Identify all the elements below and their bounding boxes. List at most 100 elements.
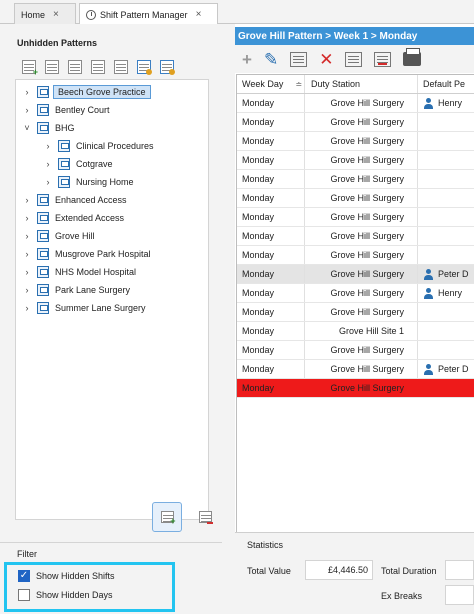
table-row[interactable]: Monday Grove Hill Surgery Henry — [237, 94, 474, 113]
delete-shift-icon[interactable]: ✕ — [319, 51, 333, 68]
tree-item-bentley-court[interactable]: › Bentley Court — [22, 101, 110, 119]
edit-shift-icon[interactable]: ✎ — [264, 51, 278, 68]
add-pattern-icon[interactable] — [22, 60, 38, 77]
column-header-default-person[interactable]: Default Pe — [418, 75, 474, 93]
copy-pattern-icon[interactable] — [91, 60, 105, 74]
tree-item-nhs-model-hospital[interactable]: › NHS Model Hospital — [22, 263, 136, 281]
table-row[interactable]: Monday Grove Hill Surgery — [237, 208, 474, 227]
pattern-icon — [37, 248, 49, 260]
show-hidden-shifts-label: Show Hidden Shifts — [36, 571, 115, 581]
tab-home-label: Home — [21, 9, 46, 20]
clock-icon — [86, 9, 96, 20]
tree-item-extended-access[interactable]: › Extended Access — [22, 209, 124, 227]
tree-item-nursing-home[interactable]: › Nursing Home — [43, 173, 134, 191]
add-row-icon[interactable] — [345, 51, 363, 67]
tree-item-label: Enhanced Access — [55, 195, 127, 205]
tree-item-clinical-procedures[interactable]: › Clinical Procedures — [43, 137, 154, 155]
edit-pattern-icon[interactable] — [45, 60, 59, 74]
pattern-icon — [37, 122, 49, 134]
show-hidden-patterns-button[interactable] — [152, 502, 182, 532]
expand-chevron-icon[interactable]: › — [22, 105, 32, 115]
duty-station-cell: Grove Hill Surgery — [305, 151, 418, 169]
statistics-title: Statistics — [247, 540, 284, 550]
expand-chevron-icon[interactable]: › — [43, 159, 53, 169]
table-row[interactable]: Monday Grove Hill Surgery — [237, 170, 474, 189]
default-person-cell: Henry — [418, 284, 474, 302]
total-duration-field — [445, 560, 474, 580]
tree-item-label: Bentley Court — [55, 105, 110, 115]
tab-home-close-icon[interactable]: × — [53, 9, 59, 20]
hide-pattern-icon[interactable] — [114, 60, 128, 74]
pattern-icon — [37, 194, 49, 206]
tree-item-park-lane-surgery[interactable]: › Park Lane Surgery — [22, 281, 130, 299]
table-row[interactable]: Monday Grove Hill Surgery — [237, 227, 474, 246]
table-row[interactable]: Monday Grove Hill Surgery — [237, 189, 474, 208]
table-row[interactable]: Monday Grove Hill Site 1 — [237, 322, 474, 341]
checkbox-unchecked-icon[interactable] — [18, 589, 30, 601]
tree-item-grove-hill[interactable]: › Grove Hill — [22, 227, 95, 245]
tree-item-beech-grove-practice[interactable]: › Beech Grove Practice — [22, 83, 151, 101]
table-row[interactable]: Monday Grove Hill Surgery — [237, 341, 474, 360]
expand-chevron-icon[interactable]: › — [22, 285, 32, 295]
tab-home[interactable]: Home × — [14, 3, 76, 25]
week-day-cell: Monday — [237, 246, 305, 264]
copy-shift-icon[interactable] — [290, 51, 308, 67]
calendar-add-icon[interactable] — [137, 60, 152, 75]
tree-item-enhanced-access[interactable]: › Enhanced Access — [22, 191, 127, 209]
duty-station-cell: Grove Hill Surgery — [305, 379, 418, 397]
table-row[interactable]: Monday Grove Hill Surgery Peter D — [237, 265, 474, 284]
table-row[interactable]: Monday Grove Hill Surgery — [237, 246, 474, 265]
column-header-duty-station[interactable]: Duty Station — [305, 75, 418, 93]
sort-icon[interactable]: ≐ — [295, 80, 302, 89]
tab-shift-pattern-manager-close-icon[interactable]: × — [196, 9, 202, 20]
expand-chevron-icon[interactable]: › — [43, 177, 53, 187]
default-person-cell — [418, 303, 474, 321]
collapse-chevron-icon[interactable]: ˅ — [22, 123, 32, 133]
expand-chevron-icon[interactable]: › — [43, 141, 53, 151]
table-row[interactable]: Monday Grove Hill Surgery — [237, 132, 474, 151]
default-person-cell — [418, 113, 474, 131]
show-hidden-shifts-checkbox[interactable]: ✓ Show Hidden Shifts — [18, 570, 115, 582]
table-row[interactable]: Monday Grove Hill Surgery Peter D — [237, 360, 474, 379]
week-day-cell: Monday — [237, 360, 305, 378]
add-shift-icon[interactable]: + — [242, 51, 252, 68]
table-row[interactable]: Monday Grove Hill Surgery — [237, 151, 474, 170]
delete-pattern-icon[interactable] — [68, 60, 82, 74]
filter-highlight-box: ✓ Show Hidden Shifts Show Hidden Days — [4, 562, 175, 612]
print-icon[interactable] — [403, 48, 422, 66]
table-row[interactable]: Monday Grove Hill Surgery Henry — [237, 284, 474, 303]
statistics-section: Statistics Total Value £4,446.50 Total D… — [235, 532, 474, 614]
pattern-icon — [37, 302, 49, 314]
tree-item-label: Clinical Procedures — [76, 141, 154, 151]
expand-chevron-icon[interactable]: › — [22, 249, 32, 259]
expand-chevron-icon[interactable]: › — [22, 213, 32, 223]
tree-item-musgrove-park-hospital[interactable]: › Musgrove Park Hospital — [22, 245, 151, 263]
tree-item-bhg[interactable]: ˅ BHG — [22, 119, 75, 137]
week-day-cell: Monday — [237, 189, 305, 207]
show-hidden-days-checkbox[interactable]: Show Hidden Days — [18, 589, 113, 601]
duty-station-cell: Grove Hill Surgery — [305, 303, 418, 321]
week-day-cell: Monday — [237, 208, 305, 226]
table-row[interactable]: Monday Grove Hill Surgery — [237, 113, 474, 132]
expand-chevron-icon[interactable]: › — [22, 267, 32, 277]
column-header-week-day[interactable]: Week Day ≐ — [237, 75, 305, 93]
pattern-detail-panel: Grove Hill Pattern > Week 1 > Monday + ✎… — [235, 24, 474, 614]
hide-pattern-button[interactable] — [190, 502, 220, 532]
calendar-check-icon[interactable] — [160, 60, 175, 75]
checkbox-checked-icon[interactable]: ✓ — [18, 570, 30, 582]
duty-station-cell: Grove Hill Surgery — [305, 208, 418, 226]
pattern-icon — [37, 212, 49, 224]
expand-chevron-icon[interactable]: › — [22, 231, 32, 241]
tree-item-summer-lane-surgery[interactable]: › Summer Lane Surgery — [22, 299, 146, 317]
expand-chevron-icon[interactable]: › — [22, 303, 32, 313]
tab-shift-pattern-manager[interactable]: Shift Pattern Manager × — [79, 3, 218, 25]
tab-bar: Home × Shift Pattern Manager × — [0, 0, 474, 25]
remove-row-icon[interactable] — [374, 51, 392, 67]
tab-shift-pattern-manager-label: Shift Pattern Manager — [100, 9, 188, 20]
table-row[interactable]: Monday Grove Hill Surgery — [237, 379, 474, 398]
expand-chevron-icon[interactable]: › — [22, 195, 32, 205]
table-row[interactable]: Monday Grove Hill Surgery — [237, 303, 474, 322]
duty-station-cell: Grove Hill Surgery — [305, 246, 418, 264]
expand-chevron-icon[interactable]: › — [22, 87, 32, 97]
tree-item-cotgrave[interactable]: › Cotgrave — [43, 155, 113, 173]
